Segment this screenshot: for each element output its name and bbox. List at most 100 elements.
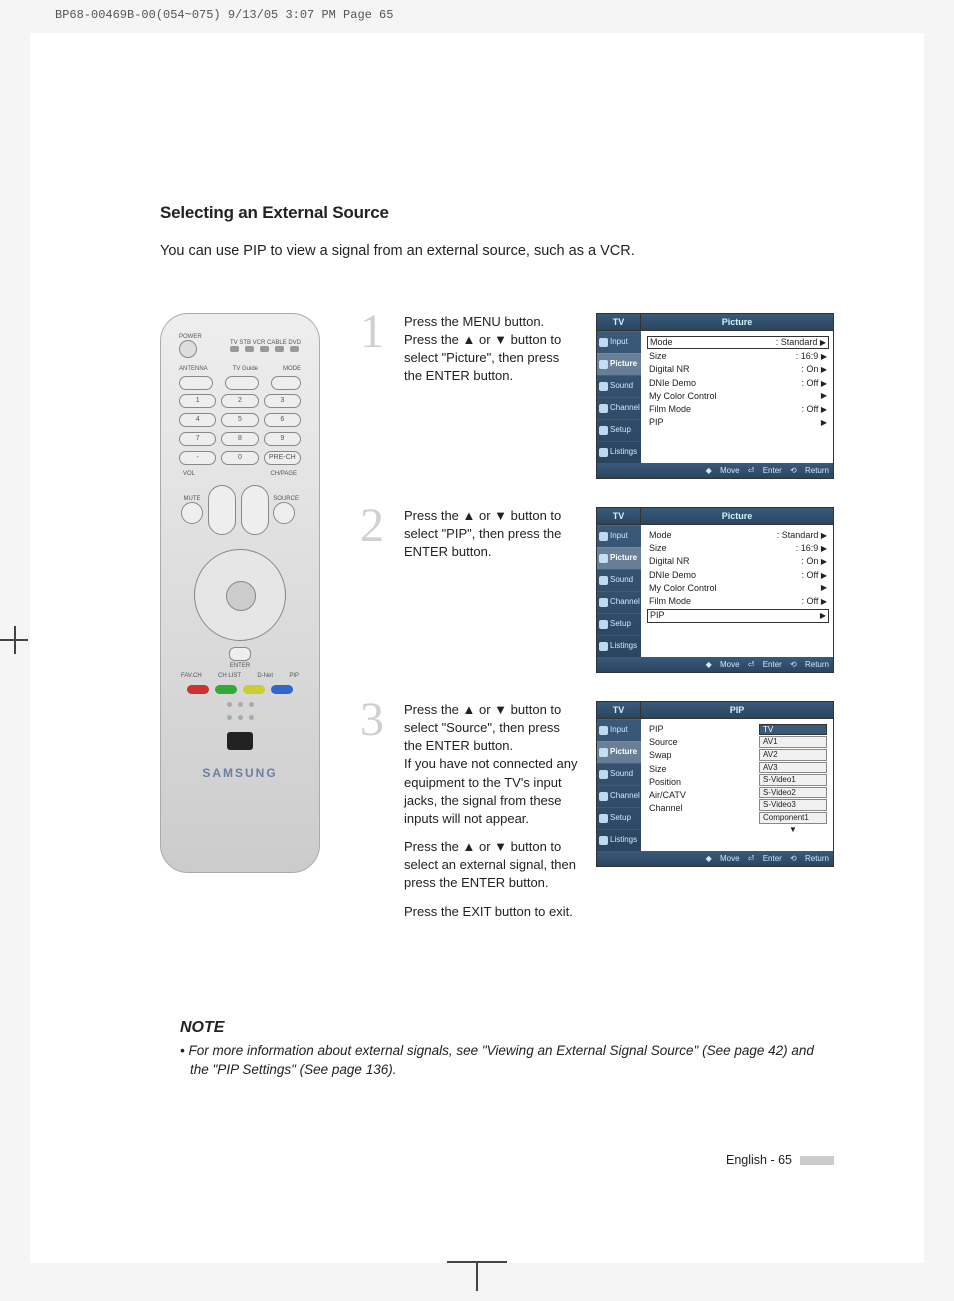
num-6: 6 — [264, 413, 301, 427]
picture-icon — [599, 360, 608, 369]
num-7: 7 — [179, 432, 216, 446]
remote-control-illustration: POWER TV STB VCR CABLE DVD ANTENNA TV Gu… — [160, 313, 320, 873]
mode-label: MODE — [283, 366, 301, 372]
crop-mark-icon — [447, 1261, 507, 1263]
pip-chip: TV — [759, 724, 827, 736]
input-icon — [599, 338, 608, 347]
osd-main: PIP Source Swap Size Position Air/CATV C… — [641, 719, 833, 851]
osd-row-size: Size: 16:9 ▶ — [649, 350, 827, 363]
dpad-center-icon — [226, 581, 256, 611]
osd-pip: TV PIP Input Picture Sound Channel — [596, 701, 834, 867]
source-button — [273, 502, 295, 524]
sidebar-input: Input — [597, 331, 641, 353]
chevron-down-icon: ▼ — [759, 825, 827, 834]
input-icon — [599, 726, 608, 735]
pip-chip: AV2 — [759, 749, 827, 761]
pip-chip: AV1 — [759, 736, 827, 748]
sound-icon — [599, 382, 608, 391]
num-8: 8 — [221, 432, 258, 446]
channel-icon — [599, 792, 608, 801]
osd-row-pip: PIP▶ — [649, 416, 827, 429]
num-1: 1 — [179, 394, 216, 408]
power-button-icon — [179, 340, 197, 358]
step-1: 1 Press the MENU button. Press the ▲ or … — [360, 313, 834, 479]
sidebar-sound: Sound — [597, 375, 641, 397]
crop-mark-icon — [476, 1263, 478, 1291]
prech-button: PRE-CH — [264, 451, 301, 465]
osd-row-digitalnr: Digital NR: On ▶ — [649, 363, 827, 376]
pip-row: Size — [649, 763, 747, 776]
antenna-label: ANTENNA — [179, 366, 208, 372]
step-2: 2 Press the ▲ or ▼ button to select "PIP… — [360, 507, 834, 673]
osd-row-digitalnr: Digital NR: On ▶ — [649, 555, 827, 568]
step-text: Press the ▲ or ▼ button to select "Sourc… — [404, 701, 580, 931]
tvguide-label: TV Guide — [233, 366, 258, 372]
src-leds-label: TV STB VCR CABLE DVD — [230, 340, 301, 346]
vol-rocker — [208, 485, 236, 535]
osd-row-mode: Mode: Standard ▶ — [647, 336, 829, 349]
chlist-label: CH LIST — [218, 673, 241, 679]
num-2: 2 — [221, 394, 258, 408]
step-text: Press the ▲ or ▼ button to select "PIP",… — [404, 507, 580, 673]
listings-icon — [599, 642, 608, 651]
channel-icon — [599, 404, 608, 413]
sidebar-channel: Channel — [597, 397, 641, 419]
osd-picture-2: TV Picture Input Picture Sound Channel — [596, 507, 834, 673]
osd-row-mycolor: My Color Control▶ — [649, 390, 827, 403]
pip-row: Position — [649, 776, 747, 789]
osd-row-filmmode: Film Mode: Off ▶ — [649, 595, 827, 608]
pip-source-list: TV AV1 AV2 AV3 S-Video1 S-Video2 S-Video… — [759, 723, 827, 847]
vol-label: VOL — [183, 471, 195, 477]
sidebar-setup: Setup — [597, 807, 641, 829]
enter-button-icon — [229, 647, 251, 661]
num-9: 9 — [264, 432, 301, 446]
osd-row-dnie: DNIe Demo: Off ▶ — [649, 377, 827, 390]
pip-row: PIP — [649, 723, 747, 736]
osd-row-mycolor: My Color Control▶ — [649, 582, 827, 595]
setup-icon — [599, 814, 608, 823]
listings-icon — [599, 448, 608, 457]
green-pill-icon — [215, 685, 237, 694]
note-title: NOTE — [180, 1019, 834, 1037]
dash-button: - — [179, 451, 216, 465]
step-number: 3 — [360, 701, 390, 931]
dpad-ring-icon — [194, 549, 286, 641]
setup-icon — [599, 426, 608, 435]
sidebar-picture: Picture — [597, 547, 641, 569]
sidebar-channel: Channel — [597, 785, 641, 807]
red-pill-icon — [187, 685, 209, 694]
num-0: 0 — [221, 451, 258, 465]
sidebar-input: Input — [597, 719, 641, 741]
pip-chip: AV3 — [759, 762, 827, 774]
mode-button — [271, 376, 301, 390]
antenna-button — [179, 376, 213, 390]
note-block: NOTE • For more information about extern… — [160, 1019, 834, 1080]
pip-chip: S-Video2 — [759, 787, 827, 799]
step-text: Press the MENU button. Press the ▲ or ▼ … — [404, 313, 580, 479]
osd-title: Picture — [641, 508, 833, 525]
sidebar-channel: Channel — [597, 591, 641, 613]
osd-row-filmmode: Film Mode: Off ▶ — [649, 403, 827, 416]
chpage-label: CH/PAGE — [270, 471, 297, 477]
page-footer: English - 65 — [726, 1153, 834, 1167]
pip-chip: S-Video3 — [759, 799, 827, 811]
source-label: SOURCE — [273, 496, 299, 502]
osd-row-mode: Mode: Standard ▶ — [649, 529, 827, 542]
sidebar-setup: Setup — [597, 613, 641, 635]
mute-label: MUTE — [181, 496, 203, 502]
picture-icon — [599, 554, 608, 563]
pip-row: Swap — [649, 749, 747, 762]
blue-pill-icon — [271, 685, 293, 694]
num-5: 5 — [221, 413, 258, 427]
osd-row-dnie: DNIe Demo: Off ▶ — [649, 569, 827, 582]
pip-label: PIP — [289, 673, 299, 679]
sidebar-picture: Picture — [597, 741, 641, 763]
osd-row-size: Size: 16:9 ▶ — [649, 542, 827, 555]
osd-sidebar: Input Picture Sound Channel Setup Listin… — [597, 719, 641, 851]
channel-icon — [599, 598, 608, 607]
step-number: 2 — [360, 507, 390, 673]
pip-chip: S-Video1 — [759, 774, 827, 786]
page-number: English - 65 — [726, 1153, 792, 1167]
osd-picture-1: TV Picture Input Picture Sound Channel — [596, 313, 834, 479]
osd-sidebar: Input Picture Sound Channel Setup Listin… — [597, 525, 641, 657]
